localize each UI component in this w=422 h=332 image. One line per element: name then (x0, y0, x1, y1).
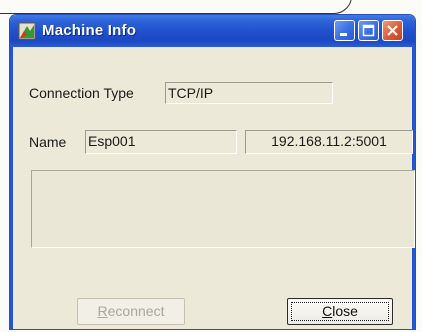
screen: Machine Info Connection Type TCP/IP Name… (0, 0, 422, 332)
reconnect-mnemonic: R (97, 303, 108, 319)
dialog-body: Connection Type TCP/IP Name Esp001 192.1… (10, 47, 415, 329)
close-window-button[interactable] (382, 20, 403, 41)
close-icon (387, 25, 398, 36)
title-bar[interactable]: Machine Info (10, 15, 415, 47)
background-tab-outline (0, 0, 352, 14)
reconnect-button[interactable]: Reconnect (77, 298, 185, 325)
address-field[interactable]: 192.168.11.2:5001 (245, 130, 413, 154)
maximize-button[interactable] (358, 20, 379, 41)
window-title: Machine Info (42, 22, 137, 39)
close-button[interactable]: Close (287, 298, 393, 325)
reconnect-label: econnect (107, 303, 165, 319)
maximize-icon (362, 24, 375, 37)
minimize-icon (340, 33, 347, 36)
name-label: Name (29, 134, 67, 150)
connection-type-field: TCP/IP (165, 82, 333, 104)
name-field[interactable]: Esp001 (85, 130, 237, 154)
app-icon (18, 22, 36, 40)
focus-rectangle (291, 302, 389, 321)
minimize-button[interactable] (334, 20, 355, 41)
machine-info-dialog: Machine Info Connection Type TCP/IP Name… (9, 14, 416, 330)
details-area[interactable] (31, 170, 415, 248)
connection-type-label: Connection Type (29, 85, 134, 101)
